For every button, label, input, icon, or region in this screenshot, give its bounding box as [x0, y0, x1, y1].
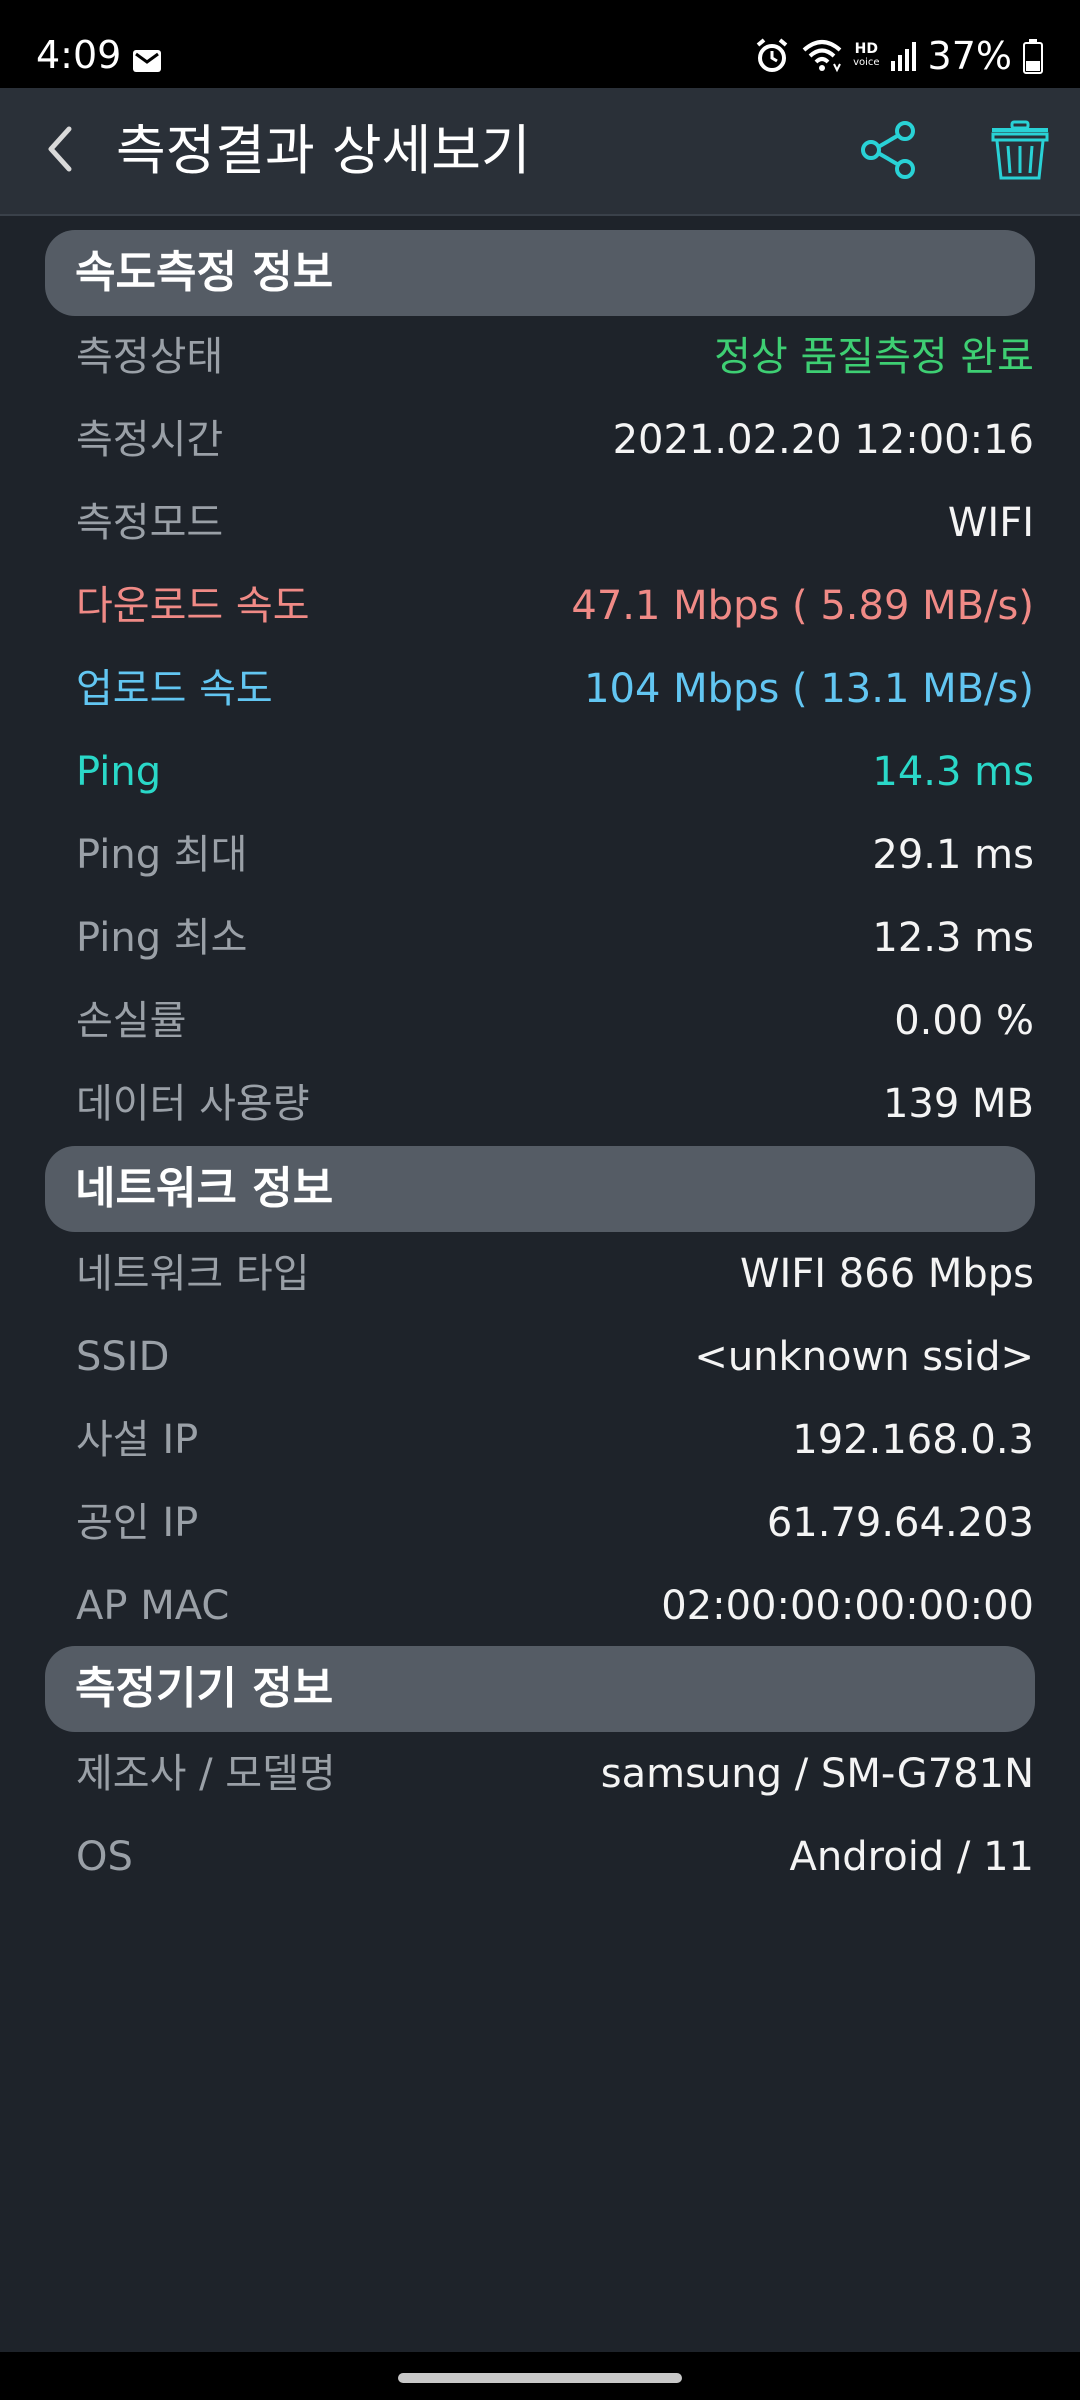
row-ping-min: Ping 최소 12.3 ms: [76, 903, 1034, 973]
row-value: samsung / SM-G781N: [600, 1751, 1034, 1797]
voice-label: voice: [853, 57, 880, 68]
status-time: 4:09: [36, 33, 122, 77]
delete-button[interactable]: [988, 118, 1052, 182]
share-icon: [861, 121, 915, 179]
row-value: 139 MB: [882, 1081, 1034, 1127]
row-value: 0.00 %: [894, 998, 1034, 1044]
section-header-network: 네트워크 정보: [45, 1146, 1035, 1232]
row-value: 61.79.64.203: [766, 1500, 1034, 1546]
mail-icon: [133, 50, 161, 72]
row-ping: Ping 14.3 ms: [76, 737, 1034, 807]
section-title: 네트워크 정보: [75, 1163, 334, 1214]
row-manufacturer-model: 제조사 / 모델명 samsung / SM-G781N: [76, 1739, 1034, 1809]
row-label: 네트워크 타입: [76, 1251, 310, 1297]
row-label: 업로드 속도: [76, 666, 273, 712]
row-label: Ping 최소: [76, 915, 248, 961]
row-download: 다운로드 속도 47.1 Mbps ( 5.89 MB/s): [76, 571, 1034, 641]
row-status: 측정상태 정상 품질측정 완료: [76, 322, 1034, 392]
row-value: 104 Mbps ( 13.1 MB/s): [584, 666, 1034, 712]
row-label: 측정시간: [76, 417, 224, 463]
status-icons: HD voice 37%: [753, 36, 1044, 76]
app-bar: 측정결과 상세보기: [0, 88, 1080, 216]
home-gesture-handle[interactable]: [398, 2373, 682, 2383]
row-label: 다운로드 속도: [76, 583, 310, 629]
row-label: Ping: [76, 749, 162, 795]
row-value: 14.3 ms: [872, 749, 1034, 795]
share-button[interactable]: [856, 118, 920, 182]
wifi-icon: [802, 40, 842, 73]
row-value: 29.1 ms: [872, 832, 1034, 878]
hd-voice-icon: HD voice: [853, 42, 879, 70]
row-label: SSID: [76, 1334, 170, 1380]
row-value: 정상 품질측정 완료: [714, 334, 1034, 380]
section-header-speed: 속도측정 정보: [45, 230, 1035, 316]
battery-percent: 37%: [927, 34, 1012, 78]
row-label: 공인 IP: [76, 1500, 199, 1546]
row-private-ip: 사설 IP 192.168.0.3: [76, 1405, 1034, 1475]
row-value: WIFI: [947, 500, 1034, 546]
back-button[interactable]: [30, 119, 90, 179]
row-upload: 업로드 속도 104 Mbps ( 13.1 MB/s): [76, 654, 1034, 724]
row-public-ip: 공인 IP 61.79.64.203: [76, 1488, 1034, 1558]
row-value: 02:00:00:00:00:00: [661, 1583, 1034, 1629]
row-value: Android / 11: [789, 1834, 1034, 1880]
navigation-bar: [0, 2352, 1080, 2400]
battery-icon: [1023, 39, 1043, 74]
row-data-usage: 데이터 사용량 139 MB: [76, 1069, 1034, 1139]
row-os: OS Android / 11: [76, 1822, 1034, 1892]
row-value: 47.1 Mbps ( 5.89 MB/s): [571, 583, 1034, 629]
row-label: 사설 IP: [76, 1417, 199, 1463]
row-value: <unknown ssid>: [694, 1334, 1034, 1380]
row-value: 2021.02.20 12:00:16: [612, 417, 1034, 463]
row-label: Ping 최대: [76, 832, 248, 878]
row-time: 측정시간 2021.02.20 12:00:16: [76, 405, 1034, 475]
row-label: 측정모드: [76, 500, 224, 546]
row-label: 데이터 사용량: [76, 1081, 310, 1127]
row-network-type: 네트워크 타입 WIFI 866 Mbps: [76, 1239, 1034, 1309]
row-label: AP MAC: [76, 1583, 230, 1629]
section-title: 측정기기 정보: [75, 1663, 334, 1714]
page-title: 측정결과 상세보기: [116, 119, 531, 182]
row-loss: 손실률 0.00 %: [76, 986, 1034, 1056]
row-label: OS: [76, 1834, 133, 1880]
alarm-icon: [756, 38, 788, 72]
section-header-device: 측정기기 정보: [45, 1646, 1035, 1732]
row-label: 제조사 / 모델명: [76, 1751, 336, 1797]
row-ssid: SSID <unknown ssid>: [76, 1322, 1034, 1392]
section-title: 속도측정 정보: [75, 247, 334, 298]
signal-icon: [890, 42, 916, 71]
back-arrow-icon: [48, 126, 72, 172]
row-label: 손실률: [76, 998, 187, 1044]
trash-icon: [991, 120, 1049, 180]
row-ap-mac: AP MAC 02:00:00:00:00:00: [76, 1571, 1034, 1641]
row-mode: 측정모드 WIFI: [76, 488, 1034, 558]
status-bar: 4:09 HD voice 37%: [0, 0, 1080, 88]
row-value: WIFI 866 Mbps: [739, 1251, 1034, 1297]
row-label: 측정상태: [76, 334, 224, 380]
hd-label: HD: [854, 41, 878, 57]
details-content[interactable]: 속도측정 정보 측정상태 정상 품질측정 완료 측정시간 2021.02.20 …: [0, 216, 1080, 2352]
row-value: 192.168.0.3: [792, 1417, 1034, 1463]
row-value: 12.3 ms: [872, 915, 1034, 961]
row-ping-max: Ping 최대 29.1 ms: [76, 820, 1034, 890]
